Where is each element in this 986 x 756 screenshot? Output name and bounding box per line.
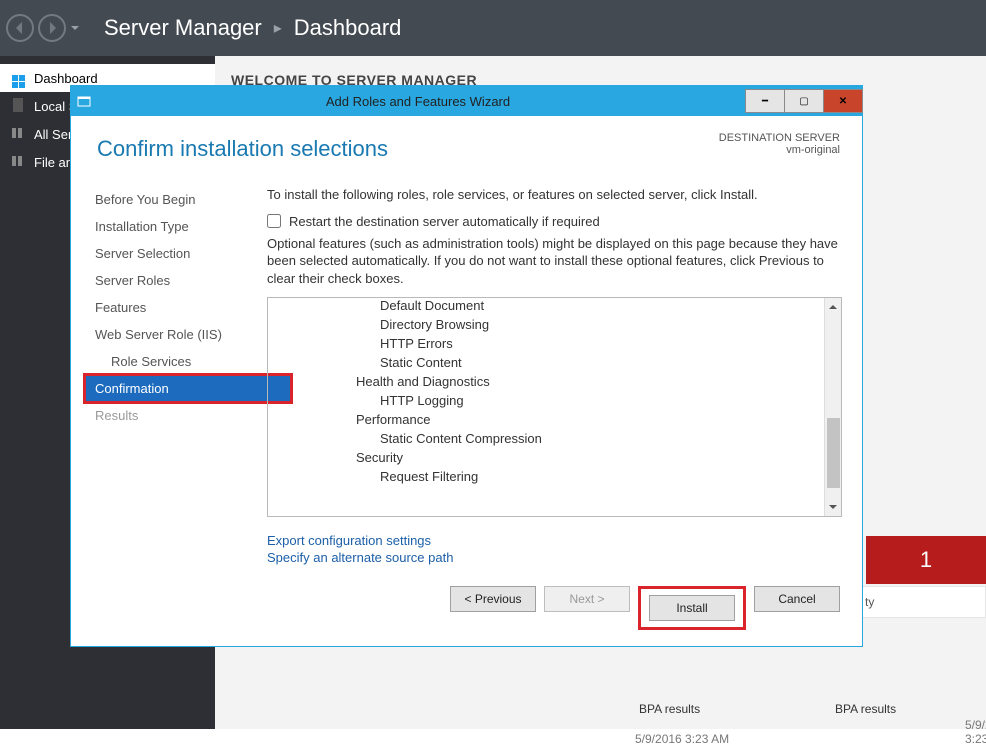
scroll-down-button[interactable] bbox=[825, 498, 841, 516]
role-request-filtering: Request Filtering bbox=[284, 469, 542, 484]
nav-forward-button[interactable] bbox=[38, 14, 66, 42]
app-header: Server Manager ▸ Dashboard bbox=[0, 0, 986, 56]
destination-info: DESTINATION SERVER vm-original bbox=[719, 132, 840, 156]
server-icon bbox=[10, 98, 26, 115]
previous-button[interactable]: < Previous bbox=[450, 586, 536, 612]
servers-icon bbox=[10, 127, 26, 142]
app-title: Server Manager bbox=[104, 15, 262, 41]
restart-label: Restart the destination server automatic… bbox=[289, 214, 600, 229]
dialog-titlebar[interactable]: Add Roles and Features Wizard ━ ▢ ✕ bbox=[71, 86, 862, 116]
bpa-label-a: BPA results bbox=[639, 702, 700, 716]
alert-tile[interactable]: 1 bbox=[866, 536, 986, 584]
card-fragment: ty bbox=[856, 586, 986, 618]
step-role-services[interactable]: Role Services bbox=[95, 348, 267, 375]
restart-checkbox[interactable] bbox=[267, 214, 281, 228]
step-before-you-begin[interactable]: Before You Begin bbox=[95, 186, 267, 213]
role-static-content: Static Content bbox=[284, 355, 542, 370]
chevron-down-icon bbox=[71, 24, 79, 32]
breadcrumb-sep-icon: ▸ bbox=[274, 18, 282, 38]
intro-text: To install the following roles, role ser… bbox=[267, 186, 842, 204]
restart-checkbox-row: Restart the destination server automatic… bbox=[267, 214, 842, 229]
role-http-errors: HTTP Errors bbox=[284, 336, 542, 351]
scroll-up-button[interactable] bbox=[825, 298, 841, 316]
install-button[interactable]: Install bbox=[649, 595, 735, 621]
maximize-button[interactable]: ▢ bbox=[784, 89, 824, 113]
step-confirmation[interactable]: Confirmation bbox=[85, 375, 291, 402]
optional-text: Optional features (such as administratio… bbox=[267, 235, 842, 288]
confirmation-pane: To install the following roles, role ser… bbox=[267, 186, 862, 606]
dialog-buttons: < Previous Next > Install Cancel bbox=[450, 586, 840, 630]
next-button: Next > bbox=[544, 586, 630, 612]
step-results: Results bbox=[95, 402, 267, 429]
role-static-compression: Static Content Compression bbox=[284, 431, 542, 446]
alert-count: 1 bbox=[920, 547, 932, 573]
breadcrumb-page: Dashboard bbox=[294, 15, 402, 41]
minimize-button[interactable]: ━ bbox=[745, 89, 785, 113]
role-default-document: Default Document bbox=[284, 298, 542, 313]
nav-dashboard-label: Dashboard bbox=[34, 71, 98, 86]
storage-icon bbox=[10, 155, 26, 170]
step-server-selection[interactable]: Server Selection bbox=[95, 240, 267, 267]
step-web-server-role[interactable]: Web Server Role (IIS) bbox=[95, 321, 267, 348]
roles-listbox[interactable]: Default Document Directory Browsing HTTP… bbox=[267, 297, 842, 517]
timestamp-b: 5/9/2016 3:23 AM bbox=[965, 718, 986, 746]
maximize-icon: ▢ bbox=[799, 96, 808, 107]
wizard-icon bbox=[77, 94, 91, 108]
role-http-logging: HTTP Logging bbox=[284, 393, 542, 408]
window-buttons: ━ ▢ ✕ bbox=[745, 89, 862, 113]
dashboard-icon bbox=[10, 69, 26, 88]
scrollbar[interactable] bbox=[824, 298, 841, 516]
step-installation-type[interactable]: Installation Type bbox=[95, 213, 267, 240]
install-button-highlight: Install bbox=[638, 586, 746, 630]
destination-label: DESTINATION SERVER bbox=[719, 132, 840, 144]
config-links: Export configuration settings Specify an… bbox=[267, 533, 842, 565]
destination-server: vm-original bbox=[719, 144, 840, 156]
link-export-config[interactable]: Export configuration settings bbox=[267, 533, 842, 548]
nav-history-dropdown[interactable] bbox=[70, 23, 80, 33]
bpa-label-b: BPA results bbox=[835, 702, 896, 716]
arrow-right-icon bbox=[46, 22, 58, 34]
wizard-steps: Before You Begin Installation Type Serve… bbox=[71, 186, 267, 606]
minimize-icon: ━ bbox=[762, 96, 768, 107]
dialog-title: Add Roles and Features Wizard bbox=[91, 94, 745, 109]
chevron-up-icon bbox=[829, 303, 837, 311]
close-button[interactable]: ✕ bbox=[823, 89, 863, 113]
role-health-diagnostics: Health and Diagnostics bbox=[284, 374, 542, 389]
role-performance: Performance bbox=[284, 412, 542, 427]
role-directory-browsing: Directory Browsing bbox=[284, 317, 542, 332]
cancel-button[interactable]: Cancel bbox=[754, 586, 840, 612]
timestamp-a: 5/9/2016 3:23 AM bbox=[635, 732, 729, 746]
close-icon: ✕ bbox=[839, 96, 847, 107]
scroll-thumb[interactable] bbox=[827, 418, 840, 488]
link-alt-source[interactable]: Specify an alternate source path bbox=[267, 550, 842, 565]
role-security: Security bbox=[284, 450, 542, 465]
nav-buttons bbox=[6, 14, 80, 42]
nav-back-button[interactable] bbox=[6, 14, 34, 42]
step-features[interactable]: Features bbox=[95, 294, 267, 321]
arrow-left-icon bbox=[14, 22, 26, 34]
breadcrumb: Server Manager ▸ Dashboard bbox=[104, 15, 401, 41]
wizard-dialog: Add Roles and Features Wizard ━ ▢ ✕ Conf… bbox=[70, 85, 863, 647]
step-server-roles[interactable]: Server Roles bbox=[95, 267, 267, 294]
chevron-down-icon bbox=[829, 503, 837, 511]
